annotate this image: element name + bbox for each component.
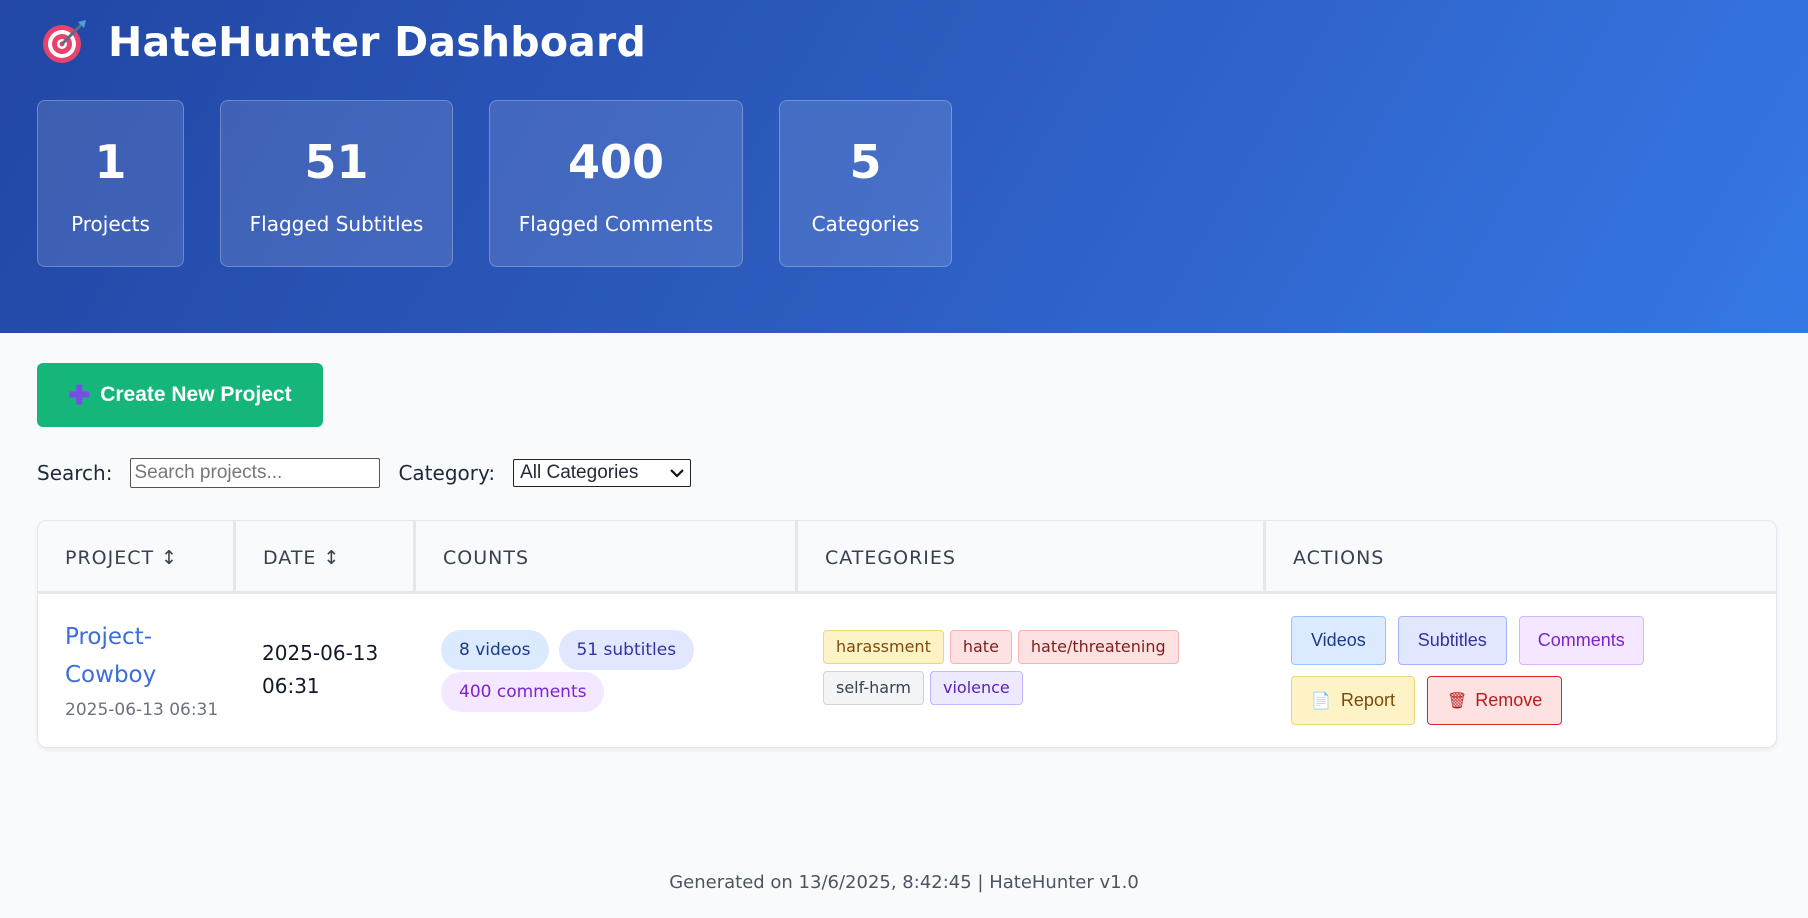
category-tag-self-harm: self-harm (823, 671, 924, 705)
project-name-line-2: Cowboy (65, 662, 157, 688)
project-name-line-1: Project- (65, 624, 152, 650)
filter-bar: Search: Category: All Categories (37, 458, 692, 488)
category-label: Category: (398, 461, 496, 485)
stat-card-projects: 1 Projects (37, 100, 184, 267)
projects-table: PROJECT ↕ DATE ↕ COUNTS CATEGORIES ACTIO… (37, 520, 1777, 748)
categories-cell: harassment hate hate/threatening self-harm… (823, 630, 1253, 712)
comments-button[interactable]: Comments (1518, 616, 1644, 665)
column-header-categories: CATEGORIES (798, 521, 1266, 594)
stat-label: Projects (71, 212, 150, 236)
stat-label: Flagged Comments (518, 212, 714, 236)
create-button-label: Create New Project (100, 383, 292, 406)
table-header: PROJECT ↕ DATE ↕ COUNTS CATEGORIES ACTIO… (38, 521, 1776, 594)
stat-value: 400 (567, 135, 665, 189)
document-icon: 📄 (1311, 692, 1331, 710)
report-label: Report (1340, 690, 1395, 710)
stat-value: 5 (849, 135, 882, 189)
subtitles-button[interactable]: Subtitles (1397, 616, 1507, 665)
stat-label: Categories (811, 212, 920, 236)
report-button[interactable]: 📄 Report (1291, 676, 1415, 725)
stat-value: 51 (304, 135, 369, 189)
counts-cell: 8 videos 51 subtitles 400 comments (441, 630, 781, 714)
title-row: HateHunter Dashboard (40, 18, 646, 66)
create-new-project-button[interactable]: ✚ Create New Project (37, 363, 323, 427)
chevron-down-icon (670, 469, 684, 478)
videos-button[interactable]: Videos (1291, 616, 1386, 665)
stats-row: 1 Projects 51 Flagged Subtitles 400 Flag… (37, 100, 988, 267)
column-header-counts: COUNTS (416, 521, 798, 594)
trash-icon: 🗑 (1446, 692, 1468, 710)
project-link[interactable]: Project- Cowboy (65, 618, 218, 694)
stat-label: Flagged Subtitles (249, 212, 424, 236)
date-cell: 2025-06-13 06:31 (262, 637, 378, 703)
column-header-actions: ACTIONS (1293, 546, 1385, 569)
project-cell: Project- Cowboy 2025-06-13 06:31 (65, 618, 218, 720)
target-dart-icon (43, 20, 86, 63)
page-title: HateHunter Dashboard (108, 18, 647, 66)
category-tag-violence: violence (929, 671, 1023, 705)
dashboard-header: HateHunter Dashboard 1 Projects 51 Flagg… (0, 0, 1808, 333)
category-select[interactable]: All Categories (513, 459, 692, 487)
stat-card-flagged-subtitles: 51 Flagged Subtitles (220, 100, 453, 267)
videos-count-badge: 8 videos (441, 630, 549, 670)
stat-value: 1 (94, 135, 127, 189)
search-label: Search: (37, 461, 113, 485)
remove-label: Remove (1475, 690, 1543, 710)
stat-card-categories: 5 Categories (779, 100, 952, 267)
actions-cell: Videos Subtitles Comments 📄 Report 🗑 Remove (1291, 616, 1771, 736)
time-value: 06:31 (262, 674, 320, 698)
stat-card-flagged-comments: 400 Flagged Comments (489, 100, 743, 267)
category-selected-value: All Categories (520, 462, 639, 483)
category-tag-hate-threatening: hate/threatening (1017, 630, 1179, 664)
date-value: 2025-06-13 (262, 641, 379, 665)
column-header-project[interactable]: PROJECT ↕ (38, 521, 236, 594)
category-tag-harassment: harassment (823, 630, 944, 664)
search-input[interactable] (130, 458, 381, 488)
remove-button[interactable]: 🗑 Remove (1426, 676, 1563, 725)
subtitles-count-badge: 51 subtitles (558, 630, 695, 670)
project-timestamp: 2025-06-13 06:31 (65, 700, 219, 720)
comments-count-badge: 400 comments (441, 672, 605, 712)
category-tag-hate: hate (949, 630, 1012, 664)
column-header-date[interactable]: DATE ↕ (236, 521, 416, 594)
footer-text: Generated on 13/6/2025, 8:42:45 | HateHu… (669, 872, 1139, 893)
plus-icon: ✚ (68, 379, 91, 410)
